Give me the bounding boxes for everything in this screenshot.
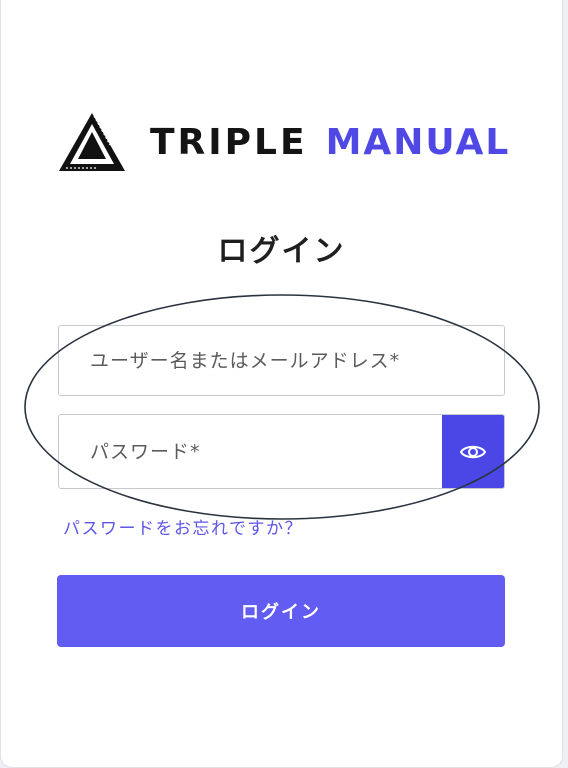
brand-name-manual: MANUAL: [325, 121, 511, 163]
username-field[interactable]: [58, 325, 505, 396]
triangle-logo-icon: [59, 113, 125, 171]
password-input[interactable]: [59, 415, 442, 488]
eye-icon: [460, 445, 486, 458]
brand-logo: TRIPLE MANUAL: [58, 112, 510, 172]
password-field[interactable]: [58, 414, 505, 489]
page-title: ログイン: [217, 234, 346, 269]
login-button[interactable]: ログイン: [57, 575, 505, 647]
username-input[interactable]: [59, 326, 504, 395]
brand-name-triple: TRIPLE: [150, 121, 308, 163]
show-password-button[interactable]: [442, 415, 504, 488]
forgot-password-link[interactable]: パスワードをお忘れですか？: [63, 514, 303, 539]
